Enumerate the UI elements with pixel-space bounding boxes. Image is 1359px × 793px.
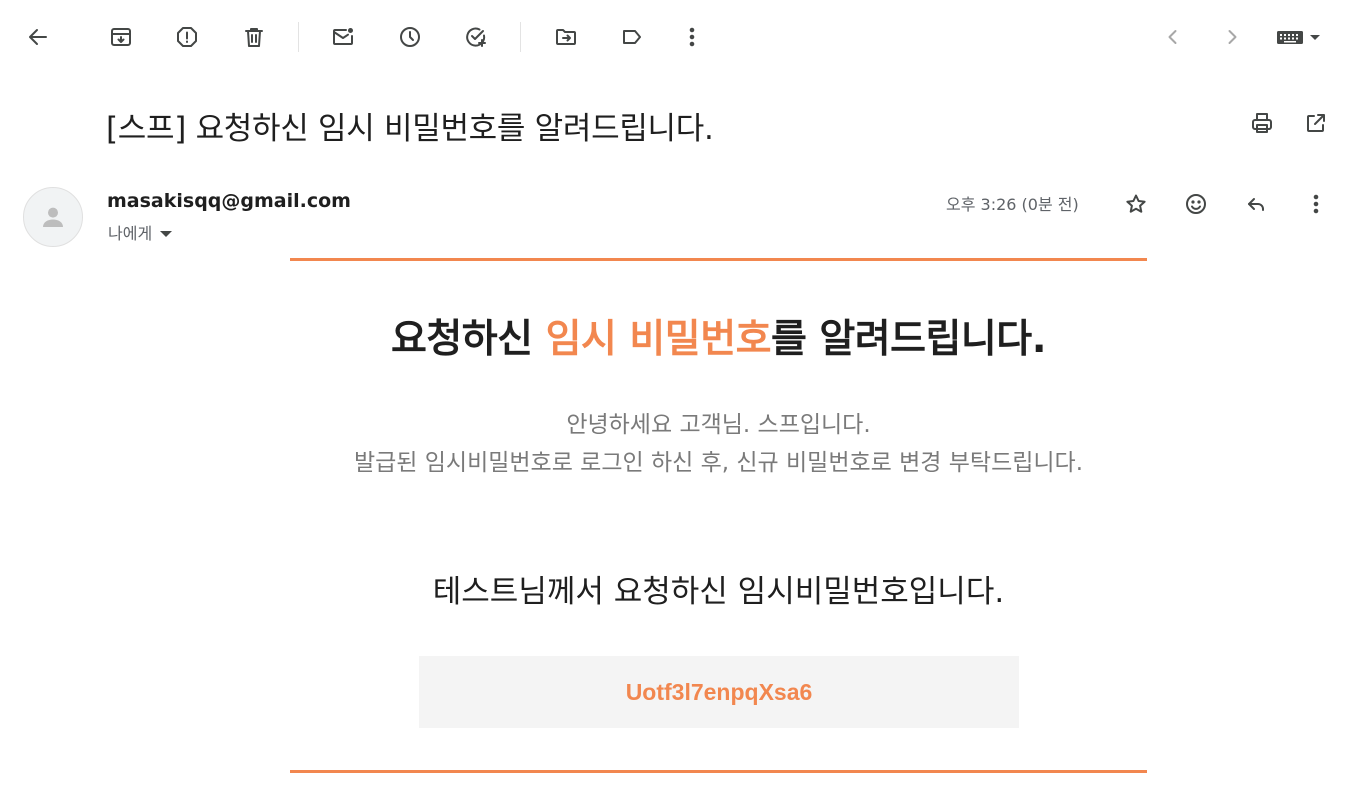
report-spam-icon bbox=[177, 27, 197, 47]
caret-down-icon bbox=[160, 230, 173, 237]
person-icon bbox=[43, 207, 63, 227]
keyboard-icon bbox=[1277, 31, 1320, 44]
snooze-icon bbox=[400, 27, 420, 47]
print-icon bbox=[1252, 113, 1272, 133]
print-all-button[interactable] bbox=[1246, 107, 1278, 139]
message-timestamp: 오후 3:26 (0분 전) bbox=[946, 195, 1079, 214]
chevron-left-icon bbox=[1168, 30, 1177, 44]
more-vert-icon bbox=[689, 27, 695, 47]
back-button[interactable] bbox=[18, 17, 58, 57]
instruction-line: 발급된 임시비밀번호로 로그인 하신 후, 신규 비밀번호로 변경 부탁드립니다… bbox=[353, 450, 1084, 476]
star-button[interactable] bbox=[1116, 184, 1156, 224]
headline-accent: 임시 비밀번호 bbox=[545, 317, 772, 362]
mark-unread-button[interactable] bbox=[323, 17, 363, 57]
password-notice: 테스트님께서 요청하신 임시비밀번호입니다. bbox=[432, 574, 1005, 610]
headline-prefix: 요청하신 bbox=[390, 317, 546, 362]
toolbar-divider bbox=[298, 22, 299, 52]
emoji-icon bbox=[1186, 194, 1206, 214]
move-to-icon bbox=[556, 29, 576, 45]
archive-button[interactable] bbox=[101, 17, 141, 57]
avatar[interactable] bbox=[23, 187, 83, 247]
top-divider bbox=[290, 258, 1147, 261]
chevron-right-icon bbox=[1228, 30, 1237, 44]
message-toolbar bbox=[0, 0, 1359, 75]
report-spam-button[interactable] bbox=[167, 17, 207, 57]
temp-password[interactable]: Uotf3l7enpqXsa6 bbox=[626, 679, 813, 706]
older-button[interactable] bbox=[1212, 17, 1252, 57]
greeting-line: 안녕하세요 고객님. 스프입니다. bbox=[566, 412, 871, 438]
snooze-button[interactable] bbox=[390, 17, 430, 57]
input-tools-button[interactable] bbox=[1268, 17, 1330, 57]
delete-button[interactable] bbox=[234, 17, 274, 57]
back-icon bbox=[29, 29, 47, 45]
label-button[interactable] bbox=[612, 17, 652, 57]
label-icon bbox=[623, 30, 641, 44]
open-in-new-icon bbox=[1307, 114, 1325, 132]
open-in-new-window-button[interactable] bbox=[1300, 107, 1332, 139]
bottom-divider bbox=[290, 770, 1147, 773]
toolbar-divider bbox=[520, 22, 521, 52]
recipient-label: 나에게 bbox=[108, 224, 153, 243]
more-options-button[interactable] bbox=[672, 17, 712, 57]
sender-header: masakisqq@gmail.com 나에게 오후 3:26 (0분 전) bbox=[0, 180, 1359, 250]
temp-password-box: Uotf3l7enpqXsa6 bbox=[419, 656, 1019, 728]
newer-button[interactable] bbox=[1153, 17, 1193, 57]
add-task-button[interactable] bbox=[456, 17, 496, 57]
email-subject: [스프] 요청하신 임시 비밀번호를 알려드립니다. bbox=[106, 111, 714, 147]
archive-icon bbox=[111, 28, 131, 46]
greeting-text: 안녕하세요 고객님. 스프입니다. 발급된 임시비밀번호로 로그인 하신 후, … bbox=[300, 406, 1137, 482]
delete-icon bbox=[245, 28, 263, 47]
email-headline: 요청하신 임시 비밀번호를 알려드립니다. bbox=[290, 308, 1147, 364]
add-reaction-button[interactable] bbox=[1176, 184, 1216, 224]
star-icon bbox=[1126, 194, 1146, 213]
reply-icon bbox=[1248, 198, 1264, 211]
reply-button[interactable] bbox=[1236, 184, 1276, 224]
add-task-icon bbox=[466, 27, 486, 47]
mark-unread-icon bbox=[333, 28, 353, 45]
more-vert-icon bbox=[1313, 194, 1319, 214]
message-more-button[interactable] bbox=[1296, 184, 1336, 224]
sender-email[interactable]: masakisqq@gmail.com bbox=[107, 190, 351, 212]
subject-row: [스프] 요청하신 임시 비밀번호를 알려드립니다. bbox=[0, 95, 1359, 155]
headline-suffix: 를 알려드립니다. bbox=[770, 317, 1047, 362]
recipient-details-toggle[interactable]: 나에게 bbox=[108, 220, 173, 244]
move-to-button[interactable] bbox=[546, 17, 586, 57]
email-body: 요청하신 임시 비밀번호를 알려드립니다. 안녕하세요 고객님. 스프입니다. … bbox=[290, 258, 1147, 776]
